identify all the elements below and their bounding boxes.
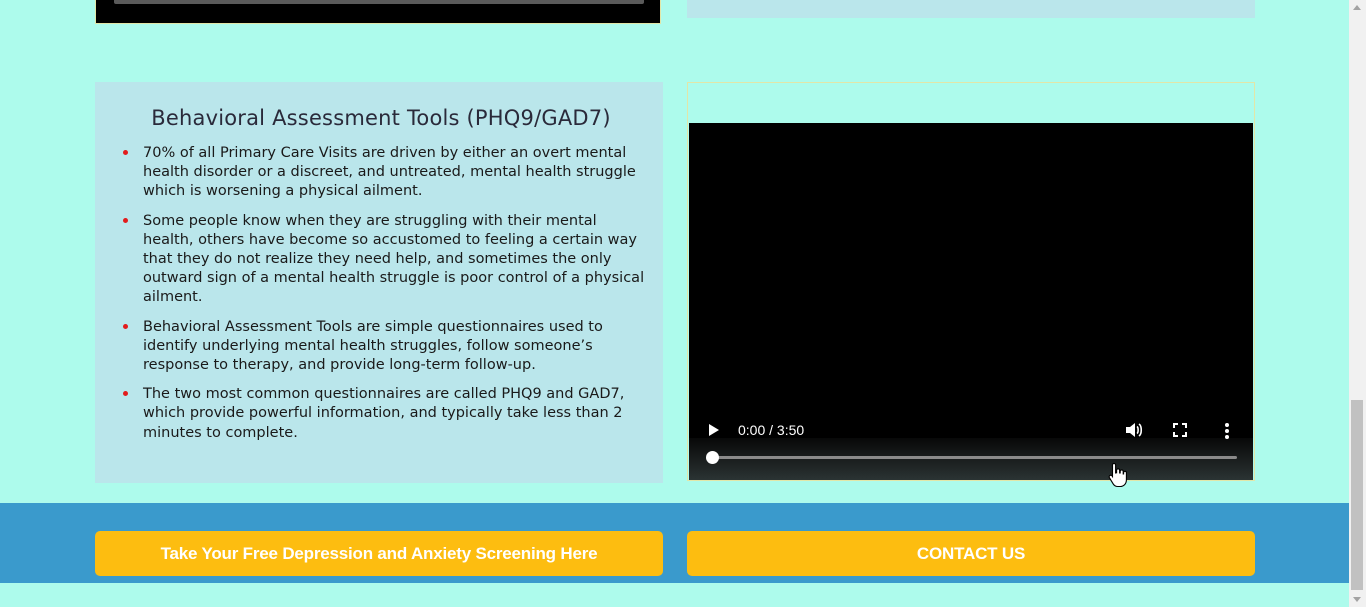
bullet-dot-icon: [123, 150, 128, 155]
cta-band: Take Your Free Depression and Anxiety Sc…: [0, 503, 1349, 583]
previous-video-player[interactable]: [95, 0, 661, 24]
previous-content-card: [687, 0, 1255, 18]
hand-cursor-icon: [1108, 462, 1127, 488]
list-item: Behavioral Assessment Tools are simple q…: [123, 318, 647, 376]
scroll-up-arrow-icon[interactable]: [1353, 5, 1361, 10]
scroll-down-arrow-icon[interactable]: [1353, 597, 1361, 602]
volume-icon[interactable]: [1125, 422, 1143, 438]
play-icon[interactable]: [709, 424, 719, 436]
video-controls-bar: [689, 438, 1253, 480]
behavioral-assessment-card: Behavioral Assessment Tools (PHQ9/GAD7) …: [95, 82, 663, 483]
video-progress-slider[interactable]: [706, 451, 1237, 464]
video-time-display: 0:00 / 3:50: [738, 422, 805, 438]
bullet-list: 70% of all Primary Care Visits are drive…: [115, 144, 647, 443]
previous-video-progress-bar[interactable]: [114, 0, 644, 4]
list-item: Some people know when they are strugglin…: [123, 212, 647, 308]
list-item-text: 70% of all Primary Care Visits are drive…: [143, 145, 636, 200]
screening-button[interactable]: Take Your Free Depression and Anxiety Sc…: [95, 531, 663, 576]
list-item-text: Some people know when they are strugglin…: [143, 212, 645, 306]
scrollbar-thumb[interactable]: [1351, 400, 1363, 590]
list-item: 70% of all Primary Care Visits are drive…: [123, 144, 647, 202]
bullet-dot-icon: [123, 323, 128, 329]
more-options-icon[interactable]: [1225, 423, 1229, 439]
bullet-dot-icon: [123, 217, 128, 223]
video-player[interactable]: 0:00 / 3:50: [689, 123, 1253, 480]
card-title: Behavioral Assessment Tools (PHQ9/GAD7): [151, 106, 611, 130]
bullet-dot-icon: [123, 391, 128, 397]
list-item: The two most common questionnaires are c…: [123, 385, 647, 443]
progress-handle[interactable]: [706, 451, 719, 464]
contact-us-button[interactable]: CONTACT US: [687, 531, 1255, 576]
list-item-text: Behavioral Assessment Tools are simple q…: [143, 318, 603, 374]
list-item-text: The two most common questionnaires are c…: [143, 386, 625, 441]
fullscreen-icon[interactable]: [1173, 423, 1187, 437]
video-card: 0:00 / 3:50: [687, 82, 1255, 481]
vertical-scrollbar[interactable]: [1349, 0, 1366, 607]
page: Behavioral Assessment Tools (PHQ9/GAD7) …: [0, 0, 1349, 607]
